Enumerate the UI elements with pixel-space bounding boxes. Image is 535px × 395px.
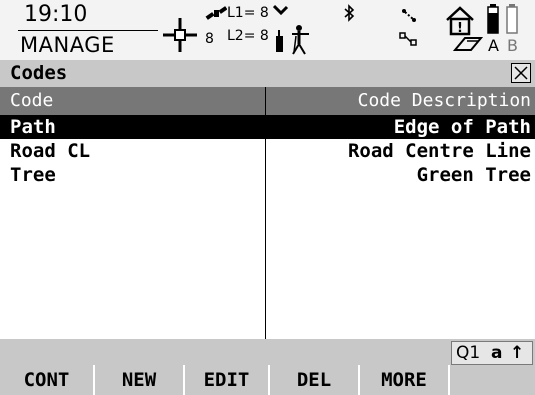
- delete-button[interactable]: DEL: [270, 365, 360, 395]
- code-description-cell: Edge of Path: [393, 116, 531, 138]
- satellite-icon: [205, 6, 227, 20]
- edit-button[interactable]: EDIT: [185, 365, 270, 395]
- code-cell: Tree: [10, 164, 56, 186]
- new-button[interactable]: NEW: [95, 365, 185, 395]
- time-mode-panel: 19:10 MANAGE: [0, 0, 158, 60]
- column-header-description[interactable]: Code Description: [358, 90, 531, 112]
- battery-b-label: B: [507, 36, 518, 55]
- code-description-cell: Green Tree: [416, 164, 531, 186]
- clock-time: 19:10: [24, 2, 88, 27]
- battery-a-icon: [487, 4, 499, 34]
- code-description-cell: Road Centre Line: [347, 140, 531, 162]
- connection-icon: [402, 9, 416, 22]
- signal-arrow-icon: [273, 4, 289, 16]
- l1-satellite-count: L1= 8: [227, 5, 269, 21]
- page-title: Codes: [10, 62, 68, 84]
- code-cell: Road CL: [10, 140, 91, 162]
- status-icons: 8 L1= 8 L2= 8 ! A B: [163, 0, 535, 60]
- codes-list: Path Edge of Path Road CL Road Centre Li…: [0, 115, 535, 187]
- info-bar: Q1 a ↑: [0, 339, 535, 365]
- input-mode-indicator: Q1 a ↑: [451, 341, 533, 365]
- close-button[interactable]: [511, 63, 531, 83]
- column-header-code[interactable]: Code: [10, 90, 53, 112]
- bluetooth-icon: [344, 4, 355, 22]
- satellites-visible-count: 8: [205, 31, 214, 47]
- more-button[interactable]: MORE: [360, 365, 450, 395]
- warning-home-icon: !: [446, 6, 474, 36]
- battery-b-icon: [506, 4, 518, 34]
- dialog-title-bar: Codes: [0, 60, 535, 87]
- l2-satellite-count: L2= 8: [227, 28, 269, 44]
- mode-label: MANAGE: [20, 33, 115, 57]
- link-status-icon: [399, 32, 417, 46]
- close-icon: [514, 66, 528, 80]
- input-case-label: a: [491, 343, 503, 363]
- input-mode-label: Q1: [456, 343, 481, 363]
- radio-device-icon: [276, 25, 309, 55]
- table-row-selected[interactable]: Path Edge of Path: [0, 115, 535, 139]
- empty-softkey[interactable]: [450, 365, 535, 395]
- softkey-bar: CONT NEW EDIT DEL MORE: [0, 365, 535, 395]
- code-cell: Path: [10, 116, 56, 138]
- time-mode-divider: [18, 30, 158, 31]
- table-header: Code Code Description: [0, 87, 535, 115]
- table-row[interactable]: Road CL Road Centre Line: [0, 139, 535, 163]
- battery-a-label: A: [488, 36, 499, 55]
- table-row[interactable]: Tree Green Tree: [0, 163, 535, 187]
- status-bar: 19:10 MANAGE 8 L1= 8 L2= 8 ! A B: [0, 0, 535, 60]
- shift-arrow-icon: ↑: [510, 343, 525, 363]
- cont-button[interactable]: CONT: [0, 365, 95, 395]
- svg-text:!: !: [457, 21, 463, 36]
- position-crosshair-icon: [163, 18, 197, 52]
- memory-card-icon: [453, 37, 483, 51]
